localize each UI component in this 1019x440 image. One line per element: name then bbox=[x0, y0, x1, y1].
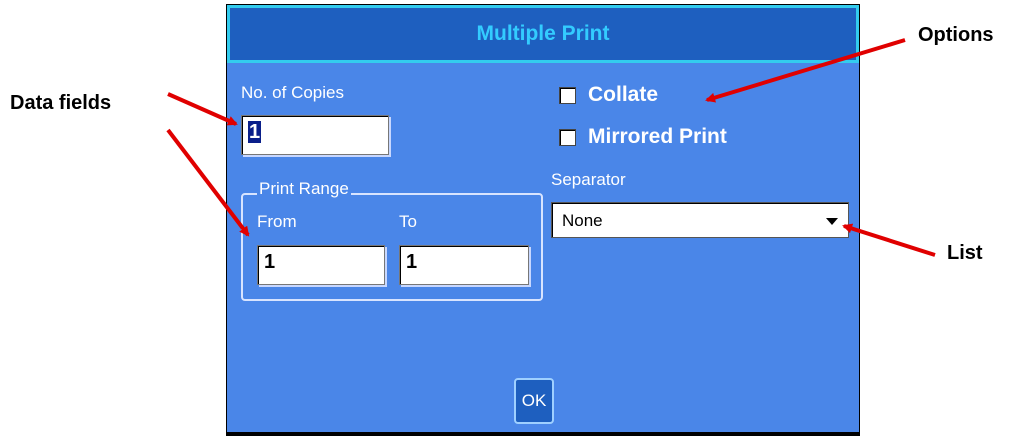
arrow-to-list bbox=[842, 223, 936, 257]
arrow-to-options bbox=[705, 38, 906, 103]
callout-arrows bbox=[166, 38, 936, 257]
arrow-to-copies-field bbox=[167, 92, 238, 126]
arrow-to-range-fields bbox=[166, 128, 250, 237]
